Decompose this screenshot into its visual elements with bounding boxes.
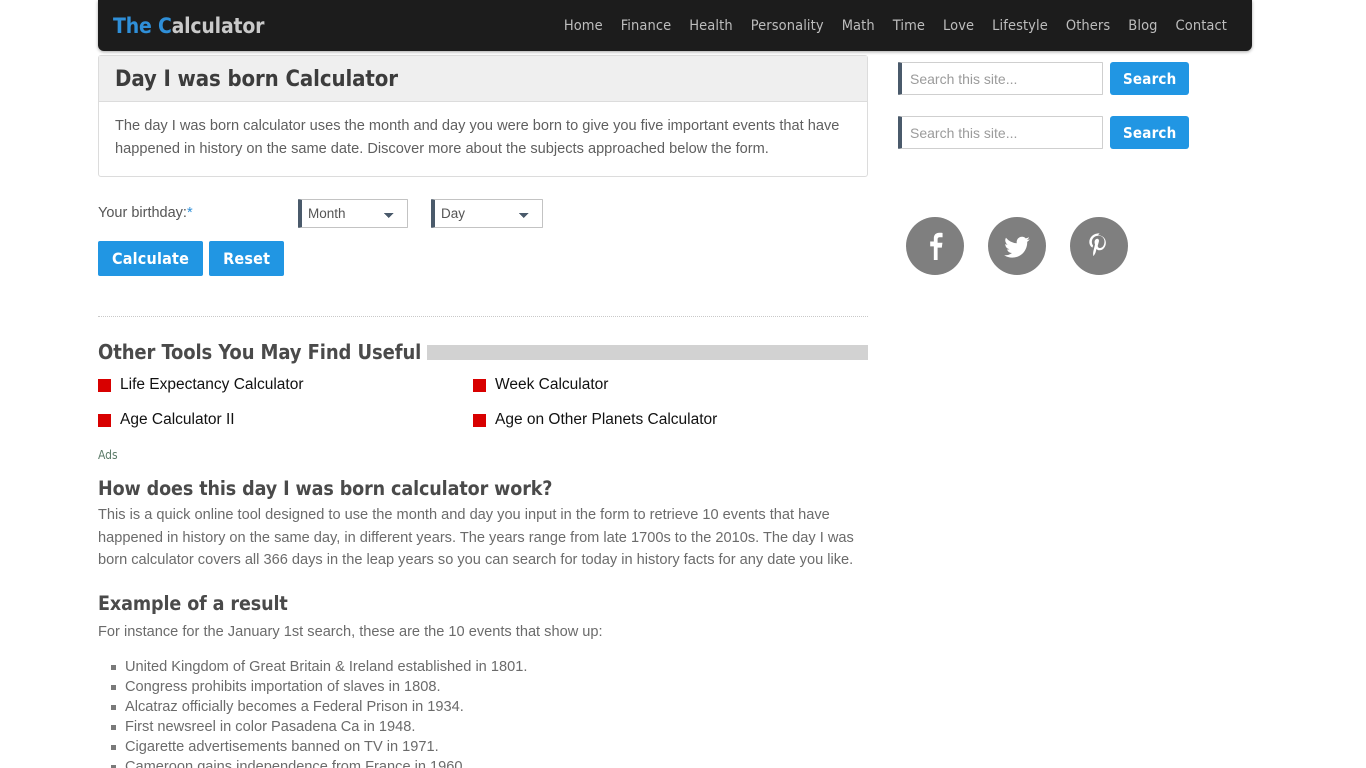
search-button-secondary[interactable]: Search <box>1110 116 1190 149</box>
search-button[interactable]: Search <box>1110 62 1190 95</box>
section-divider <box>98 316 868 317</box>
logo-part-c: C <box>157 13 172 38</box>
list-item: Cameroon gains independence from France … <box>111 757 868 768</box>
article-heading-example: Example of a result <box>98 591 288 615</box>
search-form-secondary: Search <box>898 116 1198 149</box>
nav-item-love[interactable]: Love <box>934 18 983 34</box>
square-bullet-icon <box>98 378 111 392</box>
day-select[interactable]: Day <box>431 198 543 228</box>
list-item: First newsreel in color Pasadena Ca in 1… <box>111 717 868 737</box>
tool-label: Age Calculator II <box>120 411 235 428</box>
search-input[interactable] <box>898 62 1103 95</box>
main-content: Day I was born Calculator The day I was … <box>98 55 868 768</box>
reset-button[interactable]: Reset <box>209 241 285 276</box>
page-title: Day I was born Calculator <box>115 67 398 92</box>
nav-item-lifestyle[interactable]: Lifestyle <box>983 18 1057 34</box>
nav-item-contact[interactable]: Contact <box>1167 18 1236 34</box>
square-bullet-icon <box>473 378 486 392</box>
ads-label: Ads <box>98 448 118 462</box>
pinterest-icon <box>1084 231 1114 261</box>
nav-item-math[interactable]: Math <box>833 18 884 34</box>
nav-item-home[interactable]: Home <box>555 18 612 34</box>
page-root: The Calculator Home Finance Health Perso… <box>0 0 1366 768</box>
logo-part-alculator: alculator <box>171 13 265 38</box>
calculator-panel-header: Day I was born Calculator <box>99 56 867 102</box>
facebook-icon <box>920 231 950 261</box>
list-item: Alcatraz officially becomes a Federal Pr… <box>111 697 868 717</box>
list-item: Congress prohibits importation of slaves… <box>111 677 868 697</box>
birthday-form-row: Your birthday:* Month Day <box>98 198 868 228</box>
tool-label: Age on Other Planets Calculator <box>495 411 718 428</box>
example-events-list: United Kingdom of Great Britain & Irelan… <box>98 657 868 768</box>
tool-link-life-expectancy[interactable]: Life Expectancy Calculator <box>98 376 473 394</box>
sidebar: Search Search <box>898 62 1198 275</box>
tool-label: Week Calculator <box>495 376 609 393</box>
social-link-facebook[interactable] <box>906 217 964 275</box>
nav-item-finance[interactable]: Finance <box>612 18 681 34</box>
other-tools-list: Life Expectancy Calculator Week Calculat… <box>98 376 868 429</box>
nav-item-others[interactable]: Others <box>1057 18 1119 34</box>
twitter-icon <box>1001 230 1033 262</box>
search-input-secondary[interactable] <box>898 116 1103 149</box>
calculator-intro-text: The day I was born calculator uses the m… <box>115 118 840 157</box>
tool-label: Life Expectancy Calculator <box>120 376 304 393</box>
other-tools-heading: Other Tools You May Find Useful <box>98 340 422 364</box>
social-links <box>898 217 1198 275</box>
tool-link-week-calculator[interactable]: Week Calculator <box>473 376 868 394</box>
list-item: Cigarette advertisements banned on TV in… <box>111 737 868 757</box>
nav-item-personality[interactable]: Personality <box>742 18 833 34</box>
birthday-label: Your birthday:* <box>98 205 298 221</box>
logo-part-the: The <box>113 13 152 38</box>
form-buttons: Calculate Reset <box>98 241 868 276</box>
heading-bar-decoration <box>427 344 868 360</box>
site-logo[interactable]: The Calculator <box>113 14 264 38</box>
tool-link-age-other-planets[interactable]: Age on Other Planets Calculator <box>473 411 868 429</box>
square-bullet-icon <box>473 413 486 427</box>
social-link-twitter[interactable] <box>988 217 1046 275</box>
month-select[interactable]: Month <box>298 198 408 228</box>
article-paragraph-how-it-works: This is a quick online tool designed to … <box>98 507 854 568</box>
nav-item-blog[interactable]: Blog <box>1119 18 1166 34</box>
nav-item-health[interactable]: Health <box>680 18 741 34</box>
calculate-button[interactable]: Calculate <box>98 241 204 276</box>
site-header: The Calculator Home Finance Health Perso… <box>98 0 1252 51</box>
nav-item-time[interactable]: Time <box>884 18 934 34</box>
calculator-panel: Day I was born Calculator The day I was … <box>98 55 868 177</box>
tool-link-age-calculator-ii[interactable]: Age Calculator II <box>98 411 473 429</box>
social-link-pinterest[interactable] <box>1070 217 1128 275</box>
birthday-label-text: Your birthday: <box>98 205 187 221</box>
square-bullet-icon <box>98 413 111 427</box>
main-navigation: Home Finance Health Personality Math Tim… <box>555 18 1236 34</box>
article-paragraph-example: For instance for the January 1st search,… <box>98 623 603 640</box>
list-item: United Kingdom of Great Britain & Irelan… <box>111 657 868 677</box>
search-form-primary: Search <box>898 62 1198 95</box>
other-tools-header: Other Tools You May Find Useful <box>98 340 868 364</box>
required-asterisk: * <box>186 205 193 221</box>
article-heading-how-it-works: How does this day I was born calculator … <box>98 477 553 500</box>
